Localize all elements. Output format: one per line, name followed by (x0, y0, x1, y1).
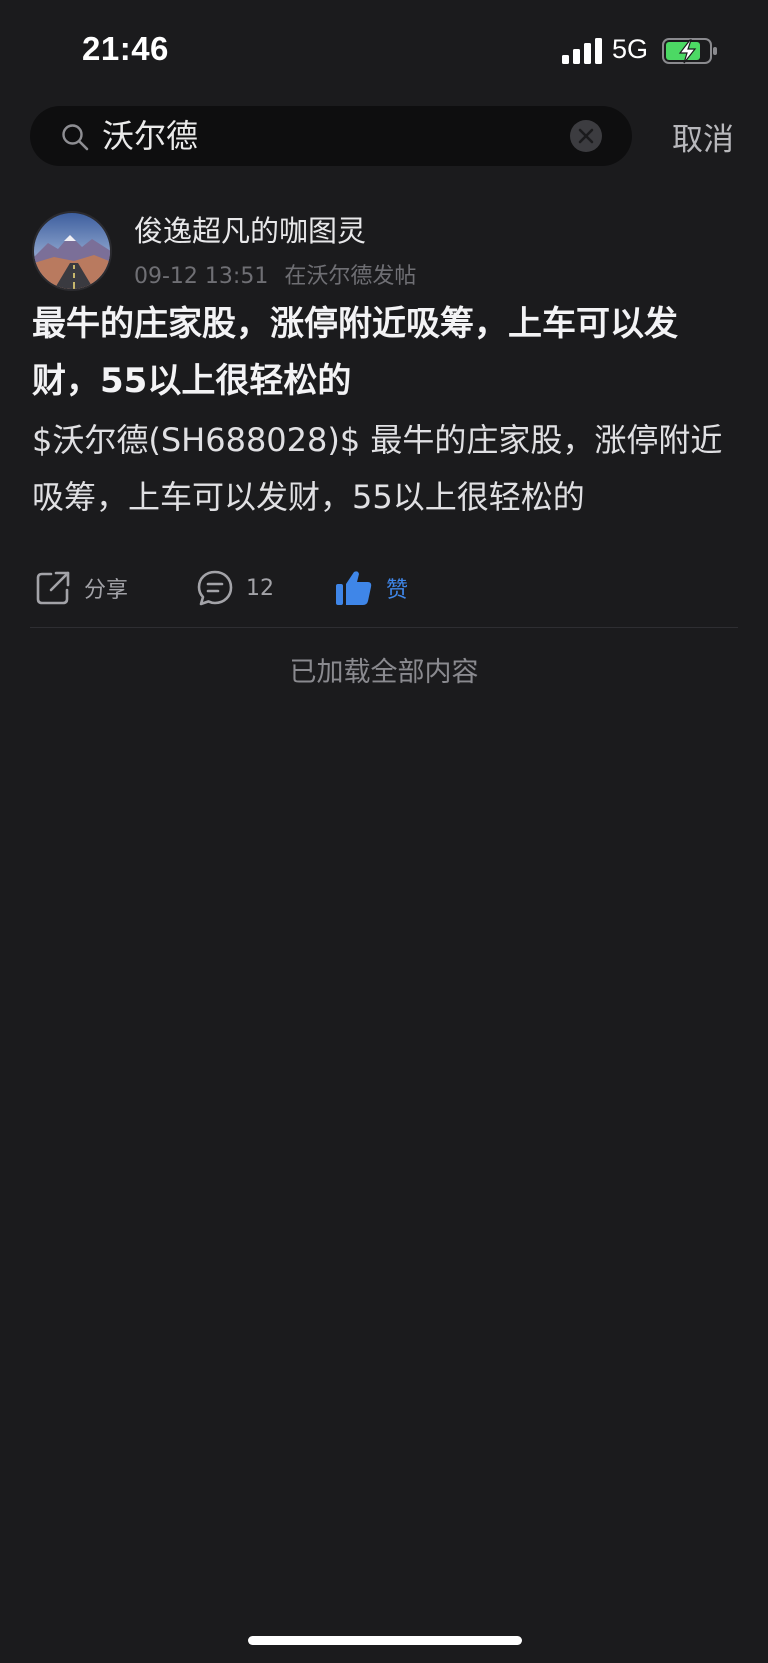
home-indicator[interactable] (248, 1636, 522, 1645)
avatar-landscape-image (34, 213, 110, 289)
signal-bars-icon (562, 38, 602, 64)
comment-button[interactable]: 12 (196, 565, 274, 611)
post-meta: 09-12 13:51 在沃尔德发帖 (134, 258, 416, 290)
post-timestamp: 09-12 13:51 (134, 264, 269, 289)
like-label: 赞 (386, 578, 409, 603)
search-bar (30, 106, 632, 166)
avatar[interactable] (32, 211, 112, 291)
end-of-list-note: 已加载全部内容 (289, 657, 479, 688)
share-label: 分享 (84, 578, 129, 603)
post-content[interactable]: $沃尔德(SH688028)$ 最牛的庄家股，涨停附近吸筹，上车可以发财，55以… (32, 412, 744, 526)
post-title[interactable]: 最牛的庄家股，涨停附近吸筹，上车可以发财，55以上很轻松的 (32, 296, 744, 410)
thumbs-up-icon (336, 571, 372, 605)
like-button[interactable]: 赞 (334, 565, 408, 611)
post-source: 在沃尔德发帖 (284, 264, 417, 289)
divider (30, 627, 738, 628)
clear-search-button[interactable] (570, 120, 602, 152)
comment-count: 12 (246, 575, 274, 601)
close-icon (578, 128, 594, 144)
cancel-button[interactable]: 取消 (672, 114, 742, 158)
search-input[interactable] (102, 106, 572, 166)
screen: 21:46 5G 取消 (0, 0, 768, 1663)
author-name[interactable]: 俊逸超凡的咖图灵 (134, 208, 366, 250)
share-icon (36, 571, 70, 605)
comment-icon (197, 570, 233, 606)
status-time: 21:46 (82, 30, 169, 67)
search-icon (62, 124, 89, 151)
battery-charging-icon (662, 38, 717, 64)
status-bar: 21:46 5G (0, 0, 768, 96)
share-button[interactable]: 分享 (34, 565, 128, 611)
network-type: 5G (612, 34, 649, 64)
post-actions: 分享 12 赞 (0, 565, 768, 615)
